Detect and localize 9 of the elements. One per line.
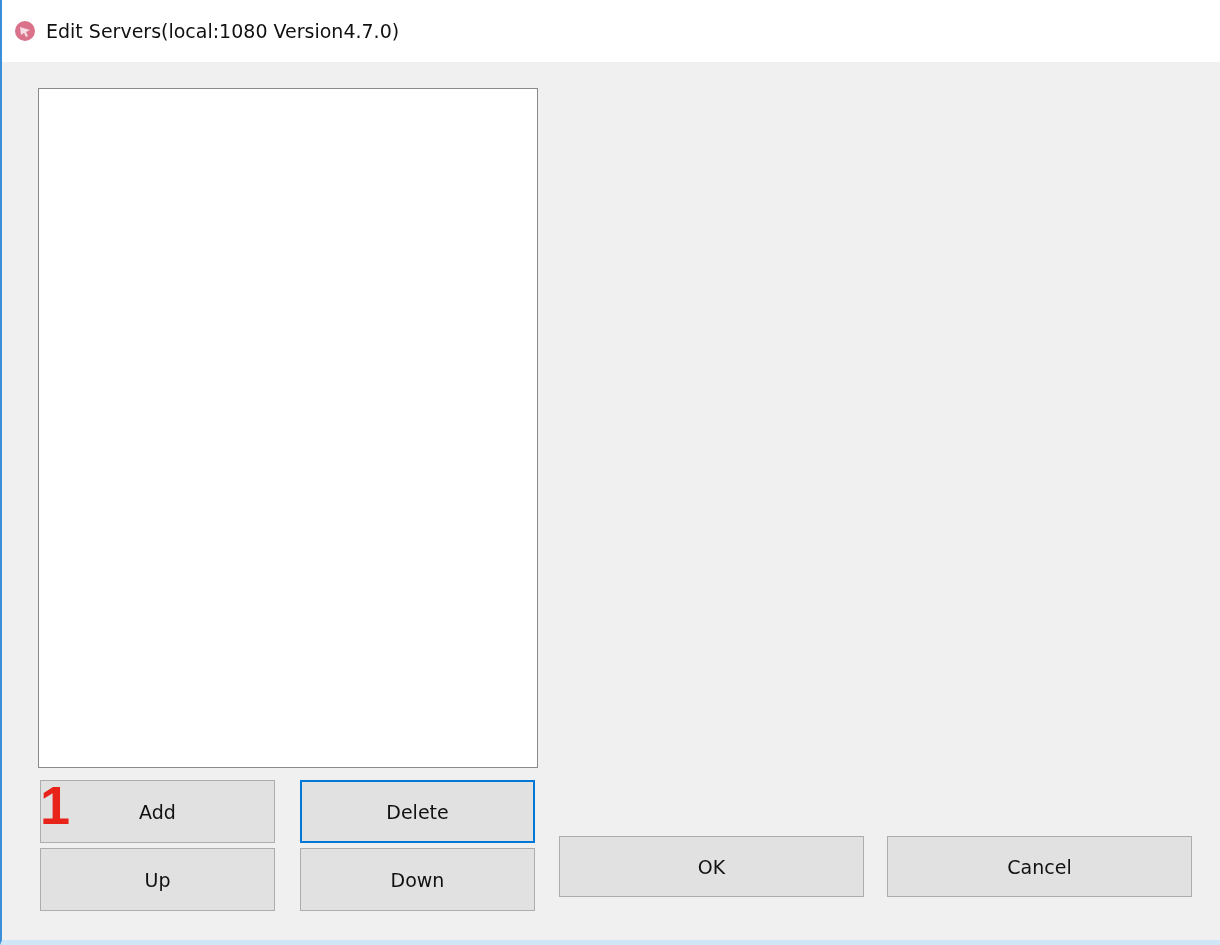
dialog-button[interactable]: OK: [559, 836, 864, 897]
list-button[interactable]: Delete: [300, 780, 535, 843]
window-title: Edit Servers(local:1080 Version4.7.0): [46, 20, 400, 42]
annotation-number: 1: [40, 778, 71, 832]
app-icon: [14, 20, 36, 42]
list-button[interactable]: Up: [40, 848, 275, 911]
dialog-button[interactable]: Cancel: [887, 836, 1192, 897]
list-button[interactable]: Down: [300, 848, 535, 911]
server-list[interactable]: [38, 88, 538, 768]
